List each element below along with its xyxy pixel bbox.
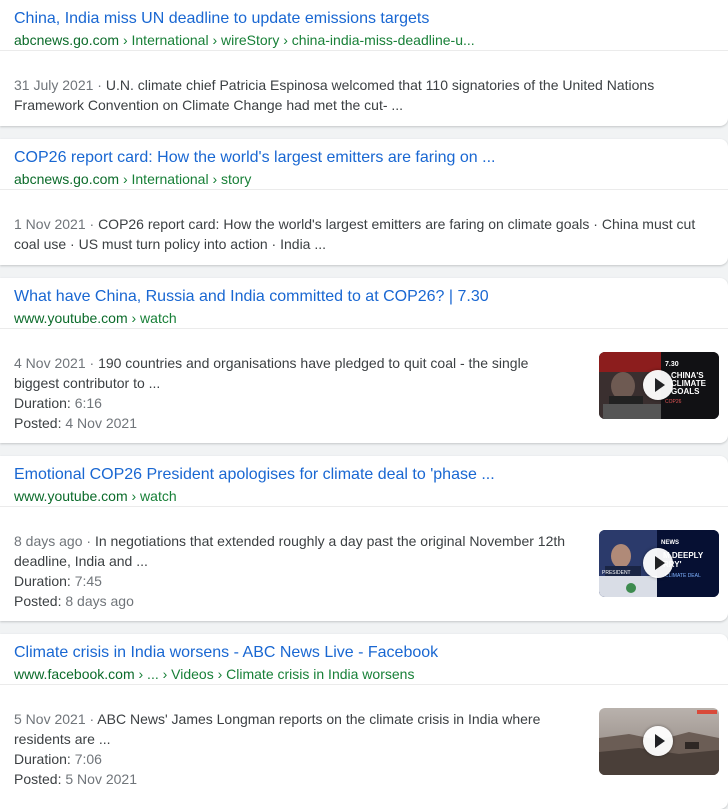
result-header: Emotional COP26 President apologises for… bbox=[0, 456, 728, 507]
result-body: 1 Nov 2021 · COP26 report card: How the … bbox=[0, 190, 728, 254]
result-url[interactable]: www.youtube.com › watch bbox=[14, 486, 714, 506]
result-date: 1 Nov 2021 bbox=[14, 216, 86, 232]
svg-text:CLIMATE DEAL: CLIMATE DEAL bbox=[665, 573, 701, 579]
result-date: 8 days ago bbox=[14, 533, 83, 549]
result-snippet: 1 Nov 2021 · COP26 report card: How the … bbox=[14, 216, 696, 252]
result-header: China, India miss UN deadline to update … bbox=[0, 0, 728, 51]
result-url[interactable]: abcnews.go.com › International › story bbox=[14, 169, 714, 189]
play-icon[interactable] bbox=[643, 726, 673, 756]
search-result: COP26 report card: How the world's large… bbox=[0, 139, 728, 265]
result-url[interactable]: abcnews.go.com › International › wireSto… bbox=[14, 30, 714, 50]
result-url[interactable]: www.facebook.com › ... › Videos › Climat… bbox=[14, 664, 714, 684]
svg-text:NEWS: NEWS bbox=[661, 540, 679, 546]
search-result: China, India miss UN deadline to update … bbox=[0, 0, 728, 126]
result-path: › International › story bbox=[119, 171, 252, 187]
thumb-brand: 7.30 bbox=[665, 361, 679, 368]
result-path: › ... › Videos › Climate crisis in India… bbox=[134, 666, 415, 682]
result-body: 31 July 2021 · U.N. climate chief Patric… bbox=[0, 51, 728, 115]
result-snippet: 5 Nov 2021 · ABC News' James Longman rep… bbox=[14, 711, 541, 747]
video-thumbnail[interactable]: 7.30 CHINA'S CLIMATE GOALS COP26 bbox=[599, 352, 719, 419]
result-body: 8 days ago · In negotiations that extend… bbox=[0, 507, 728, 611]
result-snippet-text: In negotiations that extended roughly a … bbox=[14, 533, 566, 569]
result-path: › watch bbox=[127, 310, 177, 326]
result-body: 5 Nov 2021 · ABC News' James Longman rep… bbox=[0, 685, 728, 789]
search-result: What have China, Russia and India commit… bbox=[0, 278, 728, 443]
svg-text:GOALS: GOALS bbox=[671, 387, 700, 396]
result-header: What have China, Russia and India commit… bbox=[0, 278, 728, 329]
result-snippet-text: U.N. climate chief Patricia Espinosa wel… bbox=[14, 77, 655, 113]
result-path: › watch bbox=[127, 488, 177, 504]
result-header: Climate crisis in India worsens - ABC Ne… bbox=[0, 634, 728, 685]
result-snippet-text: COP26 report card: How the world's large… bbox=[14, 216, 696, 252]
svg-text:PRESIDENT: PRESIDENT bbox=[602, 570, 631, 576]
result-domain: www.youtube.com bbox=[14, 488, 128, 504]
play-icon[interactable] bbox=[643, 370, 673, 400]
result-title-link[interactable]: China, India miss UN deadline to update … bbox=[14, 8, 714, 30]
result-path: › International › wireStory › china-indi… bbox=[119, 32, 475, 48]
result-title-link[interactable]: What have China, Russia and India commit… bbox=[14, 286, 714, 308]
result-header: COP26 report card: How the world's large… bbox=[0, 139, 728, 190]
result-date: 5 Nov 2021 bbox=[14, 711, 86, 727]
svg-text:COP26: COP26 bbox=[665, 399, 682, 405]
result-domain: www.facebook.com bbox=[14, 666, 135, 682]
video-thumbnail[interactable] bbox=[599, 708, 719, 775]
search-result: Emotional COP26 President apologises for… bbox=[0, 456, 728, 621]
play-icon[interactable] bbox=[643, 548, 673, 578]
result-title-link[interactable]: Emotional COP26 President apologises for… bbox=[14, 464, 714, 486]
video-thumbnail[interactable]: NEWS M DEEPLY RRY' CLIMATE DEAL PRESIDEN… bbox=[599, 530, 719, 597]
result-date: 4 Nov 2021 bbox=[14, 355, 86, 371]
result-title-link[interactable]: Climate crisis in India worsens - ABC Ne… bbox=[14, 642, 714, 664]
result-url[interactable]: www.youtube.com › watch bbox=[14, 308, 714, 328]
result-body: 4 Nov 2021 · 190 countries and organisat… bbox=[0, 329, 728, 433]
result-date: 31 July 2021 bbox=[14, 77, 94, 93]
result-snippet: 31 July 2021 · U.N. climate chief Patric… bbox=[14, 77, 655, 113]
result-domain: www.youtube.com bbox=[14, 310, 128, 326]
result-domain: abcnews.go.com bbox=[14, 32, 120, 48]
result-snippet: 4 Nov 2021 · 190 countries and organisat… bbox=[14, 355, 529, 391]
result-title-link[interactable]: COP26 report card: How the world's large… bbox=[14, 147, 714, 169]
result-domain: abcnews.go.com bbox=[14, 171, 120, 187]
search-result: Climate crisis in India worsens - ABC Ne… bbox=[0, 634, 728, 809]
result-snippet: 8 days ago · In negotiations that extend… bbox=[14, 533, 566, 569]
